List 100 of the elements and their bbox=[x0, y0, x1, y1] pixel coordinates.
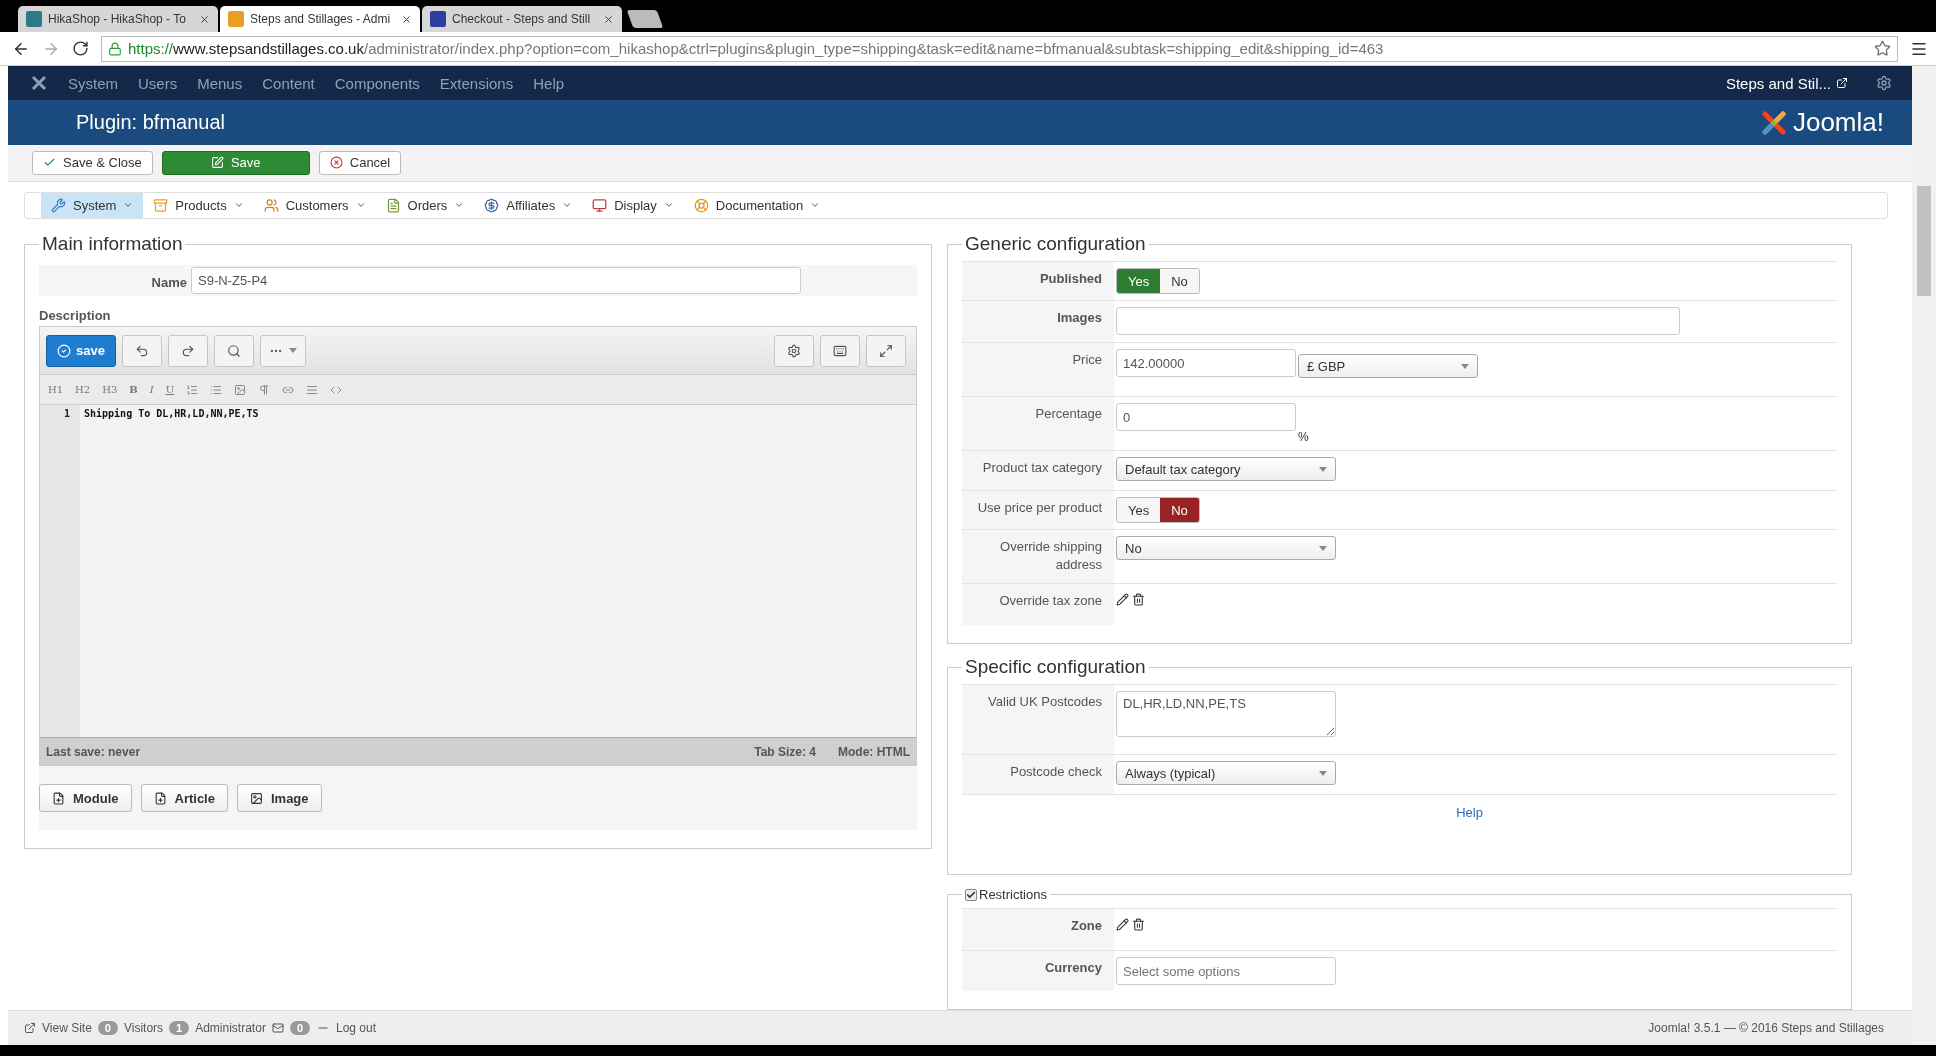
field-label: Postcode check bbox=[962, 755, 1114, 794]
nav-menu-item[interactable]: Components bbox=[334, 74, 420, 92]
yes-no-toggle[interactable]: Yes No bbox=[1116, 268, 1200, 294]
pilcrow-icon[interactable] bbox=[258, 383, 271, 396]
menu-item[interactable]: Orders bbox=[375, 192, 475, 218]
close-icon[interactable] bbox=[401, 13, 412, 25]
save-button[interactable]: Save bbox=[161, 150, 310, 175]
count-badge: 0 bbox=[97, 1021, 118, 1035]
format-button[interactable]: U bbox=[165, 384, 175, 395]
settings-icon[interactable] bbox=[1876, 75, 1892, 91]
dropdown-select[interactable]: No bbox=[1116, 536, 1336, 560]
field-label: Images bbox=[962, 301, 1114, 342]
editor-status: Last save: never bbox=[46, 744, 141, 759]
menu-item[interactable]: Products bbox=[143, 192, 254, 218]
yes-no-toggle[interactable]: Yes No bbox=[1116, 497, 1200, 523]
toggle-option[interactable]: Yes bbox=[1117, 498, 1161, 522]
help-link[interactable]: Help bbox=[1456, 805, 1483, 820]
checkbox[interactable] bbox=[965, 888, 977, 901]
cancel-icon bbox=[329, 156, 343, 170]
insert-button[interactable]: Module bbox=[39, 784, 132, 812]
nav-menu-item[interactable]: Users bbox=[138, 74, 178, 92]
multi-select-field[interactable]: Select some options bbox=[1116, 957, 1336, 985]
save-close-button[interactable]: Save & Close bbox=[32, 150, 153, 175]
lines-icon[interactable] bbox=[306, 383, 319, 396]
site-link[interactable]: Steps and Stil... bbox=[1725, 74, 1848, 92]
pencil-icon[interactable] bbox=[1116, 918, 1129, 931]
toggle-option[interactable]: No bbox=[1160, 269, 1199, 293]
toggle-option[interactable]: No bbox=[1160, 498, 1199, 522]
count-badge: 0 bbox=[289, 1021, 310, 1035]
bookmark-star-icon[interactable] bbox=[1874, 40, 1891, 57]
menu-item[interactable]: Display bbox=[582, 192, 684, 218]
postcodes-textarea[interactable]: DL,HR,LD,NN,PE,TS bbox=[1116, 691, 1336, 737]
settings-icon bbox=[787, 343, 801, 358]
image-icon[interactable] bbox=[234, 383, 247, 396]
monitor-icon bbox=[592, 197, 608, 213]
box-icon bbox=[153, 197, 169, 213]
caret-icon bbox=[1319, 770, 1327, 776]
wrench-icon bbox=[51, 197, 66, 213]
external-link-icon bbox=[1836, 77, 1848, 89]
dropdown-select[interactable]: Always (typical) bbox=[1116, 761, 1336, 785]
ordered-list-icon[interactable] bbox=[186, 383, 199, 396]
view-site-link[interactable]: View Site bbox=[24, 1021, 92, 1035]
percent-unit: % bbox=[1298, 430, 1309, 444]
insert-button[interactable]: Image bbox=[236, 784, 322, 812]
nav-menu-item[interactable]: System bbox=[68, 74, 118, 92]
settings-button[interactable] bbox=[774, 334, 814, 367]
undo-icon bbox=[135, 343, 149, 358]
toggle-option[interactable]: Yes bbox=[1117, 269, 1161, 293]
editor-save-button[interactable]: save bbox=[46, 334, 116, 367]
text-field[interactable] bbox=[1116, 307, 1680, 335]
nav-menu-item[interactable]: Menus bbox=[197, 74, 243, 92]
pencil-icon[interactable] bbox=[1116, 593, 1129, 606]
caret-icon bbox=[289, 348, 297, 353]
trash-icon[interactable] bbox=[1132, 918, 1145, 931]
format-button[interactable]: H3 bbox=[102, 384, 118, 395]
undo-button[interactable] bbox=[122, 334, 162, 367]
menu-item[interactable]: Customers bbox=[253, 192, 376, 218]
trash-icon[interactable] bbox=[1132, 593, 1145, 606]
nav-menu-item[interactable]: Content bbox=[262, 74, 315, 92]
scrollbar[interactable] bbox=[1912, 66, 1936, 1045]
image-icon bbox=[249, 791, 263, 805]
lock-icon bbox=[108, 41, 122, 56]
name-field[interactable]: S9-N-Z5-P4 bbox=[191, 267, 801, 294]
cancel-button[interactable]: Cancel bbox=[318, 150, 402, 175]
field-label: Zone bbox=[962, 909, 1114, 950]
field-label: Use price per product bbox=[962, 491, 1114, 529]
new-tab-button[interactable] bbox=[626, 10, 664, 28]
browser-tab[interactable]: HikaShop - HikaShop - To bbox=[18, 6, 218, 32]
close-icon[interactable] bbox=[603, 13, 614, 25]
currency-select[interactable]: £ GBP bbox=[1298, 354, 1478, 378]
field-label: Currency bbox=[962, 951, 1114, 991]
menu-item[interactable]: System bbox=[41, 192, 144, 218]
nav-menu-item[interactable]: Help bbox=[533, 74, 565, 92]
format-button[interactable]: B bbox=[129, 384, 138, 395]
browser-tab[interactable]: Checkout - Steps and Still bbox=[422, 6, 622, 32]
joomla-icon[interactable] bbox=[30, 74, 48, 92]
close-icon[interactable] bbox=[199, 13, 210, 25]
format-button[interactable]: I bbox=[149, 384, 154, 395]
format-button[interactable]: H2 bbox=[75, 384, 91, 395]
insert-button[interactable]: Article bbox=[140, 784, 228, 812]
logout-link[interactable]: Log out bbox=[336, 1021, 377, 1035]
field-label: Override shipping address bbox=[962, 530, 1114, 583]
price-field[interactable]: 142.00000 bbox=[1116, 349, 1296, 377]
format-button[interactable]: H1 bbox=[48, 384, 64, 395]
bullet-list-icon[interactable] bbox=[210, 383, 223, 396]
keyboard-button[interactable] bbox=[820, 334, 860, 367]
redo-icon bbox=[181, 343, 195, 358]
browser-tab[interactable]: Steps and Stillages - Admi bbox=[220, 6, 420, 32]
nav-menu-item[interactable]: Extensions bbox=[439, 74, 514, 92]
menu-item[interactable]: Documentation bbox=[683, 192, 831, 218]
menu-item[interactable]: Affiliates bbox=[474, 192, 583, 218]
search-button[interactable] bbox=[214, 334, 254, 367]
reload-icon[interactable] bbox=[72, 40, 89, 57]
check-circle-icon bbox=[57, 343, 72, 358]
dropdown-select[interactable]: Default tax category bbox=[1116, 457, 1336, 481]
favicon-icon bbox=[430, 11, 446, 27]
address-bar[interactable]: https://www.stepsandstillages.co.uk/administrator/index.php?option=com_hikashop&ctrl=plugins&plugin_type=shipping&task=edit&name=bfmanual&subtask=shipping_edit&shipping_id=463 bbox=[101, 35, 1898, 62]
redo-button[interactable] bbox=[168, 334, 208, 367]
percentage-field[interactable]: 0 bbox=[1116, 403, 1296, 431]
status-text: Visitors bbox=[123, 1021, 164, 1035]
